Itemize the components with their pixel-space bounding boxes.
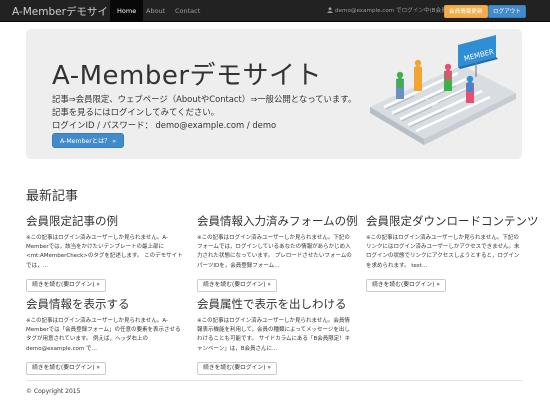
article-excerpt: ※この記事はログイン済みユーザーしか見られません。A-Memberでは，該当をか… <box>26 235 183 269</box>
article-title[interactable]: 会員限定ダウンロードコンテンツ <box>366 213 539 229</box>
article-excerpt: ※この記事はログイン済みユーザーしか見られません。下記のフォームでは，ログインし… <box>197 235 352 269</box>
article-excerpt: ※この記事はログイン済みユーザーしか見られません。会員情報表示機能を利用して，会… <box>197 318 351 352</box>
about-amember-button[interactable]: A-Memberとは？ » <box>52 133 125 148</box>
article-excerpt: ※この記事はログイン済みユーザーしか見られません。下記のリンクにはログイン済みユ… <box>366 235 520 269</box>
article-card: 会員限定記事の例 ※この記事はログイン済みユーザーしか見られません。A-Memb… <box>26 213 184 292</box>
member-update-button[interactable]: 会員情報更新 <box>444 5 488 18</box>
logout-button[interactable]: ログアウト <box>488 5 526 18</box>
article-title[interactable]: 会員属性で表示を出しわける <box>197 296 355 312</box>
hero-title: A-Memberデモサイト <box>52 61 323 91</box>
article-card: 会員情報を表示する ※この記事はログイン済みユーザーしか見られません。A-Mem… <box>26 296 184 375</box>
read-more-button[interactable]: 続きを読む(要ログイン) » <box>26 279 106 292</box>
latest-articles-heading: 最新記事 <box>26 189 79 204</box>
article-title[interactable]: 会員情報入力済みフォームの例 <box>197 213 358 229</box>
member-illustration: MEMBER <box>370 35 516 145</box>
article-card: 会員限定ダウンロードコンテンツ ※この記事はログイン済みユーザーしか見られません… <box>366 213 539 292</box>
read-more-button[interactable]: 続きを読む(要ログイン) » <box>197 362 277 375</box>
read-more-button[interactable]: 続きを読む(要ログイン) » <box>366 279 446 292</box>
read-more-button[interactable]: 続きを読む(要ログイン) » <box>197 279 277 292</box>
user-icon <box>327 7 333 13</box>
brand-link[interactable]: A-Memberデモサイト <box>12 4 118 19</box>
hero-text-line: 記事⇒会員限定、ウェブページ（AboutやContact）⇒一般公開となっていま… <box>52 94 357 104</box>
article-card: 会員属性で表示を出しわける ※この記事はログイン済みユーザーしか見られません。会… <box>197 296 355 375</box>
login-status-text: demo@example.com でログイン中(B会員) <box>335 8 449 14</box>
top-navbar: A-Memberデモサイト Home About Contact demo@ex… <box>0 0 550 22</box>
hero-jumbotron: A-Memberデモサイト 記事⇒会員限定、ウェブページ（AboutやConta… <box>26 29 522 159</box>
login-status: demo@example.com でログイン中(B会員) <box>327 0 449 22</box>
read-more-button[interactable]: 続きを読む(要ログイン) » <box>26 362 106 375</box>
copyright-text: © Copyright 2015 <box>26 388 81 395</box>
hero-text-line: ログインID / パスワード： demo@example.com / demo <box>52 120 277 130</box>
footer-divider <box>26 380 522 381</box>
hero-text-line: 記事を見るにはログインしてみてください。 <box>52 107 219 117</box>
article-card: 会員情報入力済みフォームの例 ※この記事はログイン済みユーザーしか見られません。… <box>197 213 358 292</box>
article-excerpt: ※この記事はログイン済みユーザーしか見られません。A-Memberでは「会員登録… <box>26 318 181 352</box>
article-title[interactable]: 会員情報を表示する <box>26 296 184 312</box>
nav-contact[interactable]: Contact <box>168 0 207 22</box>
article-title[interactable]: 会員限定記事の例 <box>26 213 184 229</box>
